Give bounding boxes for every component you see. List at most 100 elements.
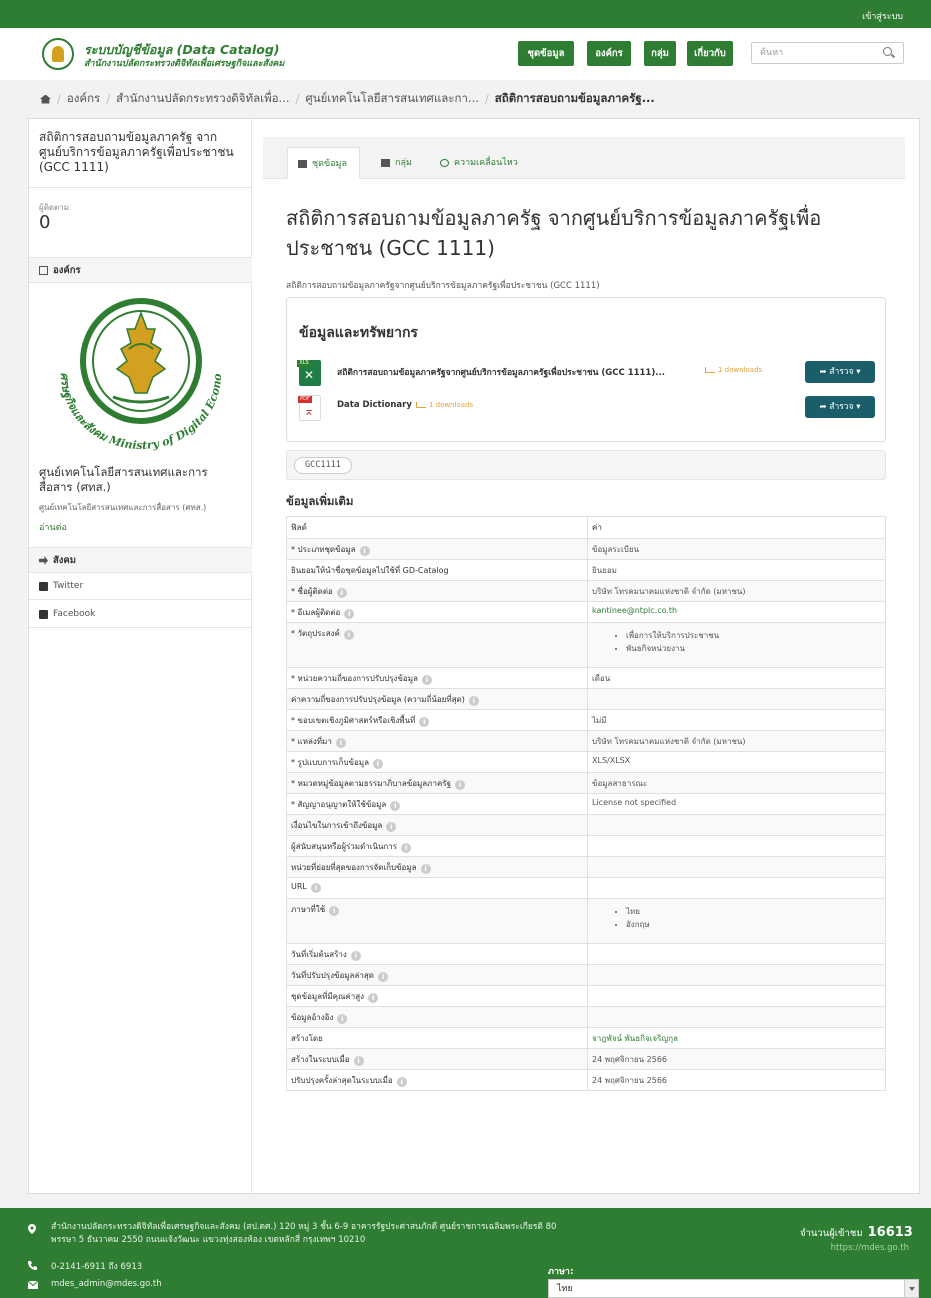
search-icon[interactable] [883,47,892,56]
tag-item[interactable]: GCC1111 [294,457,352,474]
nav-groups[interactable]: กลุ่ม [644,41,676,66]
info-icon[interactable]: i [377,972,388,982]
list-item: พันธกิจหน่วยงาน [626,642,881,655]
info-icon[interactable]: i [390,801,401,811]
field-cell: สร้างโดย [286,1027,588,1049]
info-icon[interactable]: i [401,843,412,853]
field-cell: ยินยอมให้นำชื่อชุดข้อมูลไปใช้ที่ GD-Cata… [286,559,588,581]
value-cell: ไม่มี [587,709,886,731]
breadcrumb-dataset[interactable]: สถิติการสอบถามข้อมูลภาครัฐ... [495,90,655,108]
tab-activity[interactable]: ความเคลื่อนไหว [438,147,518,179]
info-icon[interactable]: i [386,822,397,832]
value-cell: 24 พฤศจิกายน 2566 [587,1048,886,1070]
info-icon[interactable]: i [353,1056,364,1066]
table-row: สร้างในระบบเมื่อ i 24 พฤศจิกายน 2566 [286,1048,886,1070]
info-icon[interactable]: i [468,696,479,706]
twitter-icon [39,582,48,591]
value-cell [587,943,886,965]
breadcrumb-ministry[interactable]: สำนักงานปลัดกระทรวงดิจิทัลเพื่อ... [116,90,289,108]
dataset-tabs: ชุดข้อมูล กลุ่ม ความเคลื่อนไหว [263,137,905,179]
social-heading: สังคม [29,547,252,573]
value-cell [587,985,886,1007]
resource-name[interactable]: Data Dictionary [337,400,412,410]
info-icon[interactable]: i [396,1077,407,1087]
field-cell: หน่วยที่ย่อยที่สุดของการจัดเก็บข้อมูล i [286,856,588,878]
explore-button[interactable]: ➦ สำรวจ ▾ [805,396,875,418]
info-icon[interactable]: i [419,717,430,727]
creator-link[interactable]: จาฎพัจน์ พันธกิจเจริญกุล [592,1034,678,1043]
value-cell [587,1006,886,1028]
home-icon[interactable] [40,94,51,104]
tab-groups[interactable]: กลุ่ม [379,147,412,179]
language-select[interactable]: ไทย [548,1279,919,1298]
search-input[interactable] [751,42,904,64]
resources-box: ข้อมูลและทรัพยากร XLS สถิติการสอบถามข้อม… [286,297,886,442]
info-icon[interactable]: i [420,864,431,874]
nav-datasets[interactable]: ชุดข้อมูล [518,41,574,66]
nav-organizations[interactable]: องค์กร [587,41,631,66]
value-cell: ข้อมูลสาธารณะ [587,772,886,794]
info-icon[interactable]: i [329,906,340,916]
info-icon[interactable]: i [310,883,321,893]
value-cell: เดือน [587,667,886,689]
download-count: 1 downloads [416,401,473,409]
page-title: สถิติการสอบถามข้อมูลภาครัฐ จากศูนย์บริกา… [286,206,822,260]
followers-count: 0 [39,212,51,233]
column-header-field: ฟิลด์ [286,516,588,539]
info-icon[interactable]: i [368,993,379,1003]
table-row: วันที่เริ่มต้นสร้าง i [286,943,886,965]
table-row: * หมวดหมู่ข้อมูลตามธรรมาภิบาลข้อมูลภาครั… [286,772,886,794]
read-more-link[interactable]: อ่านต่อ [39,520,67,534]
table-row: ค่าความถี่ของการปรับปรุงข้อมูล (ความถี่น… [286,688,886,710]
info-icon[interactable]: i [336,588,347,598]
field-cell: ชุดข้อมูลที่มีคุณค่าสูง i [286,985,588,1007]
field-cell: ภาษาที่ใช้ i [286,898,588,944]
info-icon[interactable]: i [372,759,383,769]
ministry-logo-icon[interactable] [42,38,74,70]
nav-about[interactable]: เกี่ยวกับ [687,41,733,66]
info-icon[interactable]: i [343,630,354,640]
field-cell: เงื่อนไขในการเข้าถึงข้อมูล i [286,814,588,836]
table-row: * หน่วยความถี่ของการปรับปรุงข้อมูล i เดือน [286,667,886,689]
explore-button[interactable]: ➦ สำรวจ ▾ [805,361,875,383]
facebook-link[interactable]: Facebook [29,601,252,628]
resource-name[interactable]: สถิติการสอบถามข้อมูลภาครัฐจากศูนย์บริการ… [337,365,665,379]
info-icon[interactable]: i [421,675,432,685]
org-name: ศูนย์เทคโนโลยีสารสนเทศและการสื่อสาร (ศทส… [39,465,208,494]
twitter-link[interactable]: Twitter [29,573,252,600]
value-cell: ยินยอม [587,559,886,581]
info-icon[interactable]: i [337,1014,348,1024]
footer-email[interactable]: mdes_admin@mdes.go.th [51,1279,162,1289]
value-cell: ไทยอังกฤษ [587,898,886,944]
info-icon[interactable]: i [350,951,361,961]
contact-email-link[interactable]: kantinee@ntplc.co.th [592,606,677,615]
site-header: ระบบบัญชีข้อมูล (Data Catalog) สำนักงานป… [0,28,931,80]
field-cell: * ชื่อผู้ติดต่อ i [286,580,588,602]
tab-datasets[interactable]: ชุดข้อมูล [287,147,360,179]
field-cell: สร้างในระบบเมื่อ i [286,1048,588,1070]
breadcrumb-center[interactable]: ศูนย์เทคโนโลยีสารสนเทศและกา... [305,90,478,108]
info-icon[interactable]: i [344,609,355,619]
breadcrumb-organizations[interactable]: องค์กร [67,90,100,108]
facebook-icon [39,610,48,619]
table-row: * แหล่งที่มา i บริษัท โทรคมนาคมแห่งชาติ จำ… [286,730,886,752]
chevron-down-icon[interactable] [904,1280,918,1297]
column-header-value: ค่า [587,516,886,539]
field-cell: วันที่ปรับปรุงข้อมูลล่าสุด i [286,964,588,986]
value-cell: License not specified [587,793,886,815]
table-row: หน่วยที่ย่อยที่สุดของการจัดเก็บข้อมูล i [286,856,886,878]
table-row: ยินยอมให้นำชื่อชุดข้อมูลไปใช้ที่ GD-Cata… [286,559,886,581]
footer-url[interactable]: https://mdes.go.th [831,1243,909,1253]
table-row: URL i [286,877,886,899]
additional-info-heading: ข้อมูลเพิ่มเติม [286,494,354,508]
value-cell: 24 พฤศจิกายน 2566 [587,1069,886,1091]
field-cell: * หมวดหมู่ข้อมูลตามธรรมาภิบาลข้อมูลภาครั… [286,772,588,794]
login-link[interactable]: เข้าสู่ระบบ [862,9,903,23]
breadcrumb: / องค์กร / สำนักงานปลัดกระทรวงดิจิทัลเพื… [28,80,920,118]
info-icon[interactable]: i [359,546,370,556]
info-icon[interactable]: i [335,738,346,748]
tag-list: GCC1111 [286,450,886,480]
top-bar: เข้าสู่ระบบ [0,0,931,28]
info-icon[interactable]: i [455,780,465,790]
resources-heading: ข้อมูลและทรัพยากร [299,325,418,341]
